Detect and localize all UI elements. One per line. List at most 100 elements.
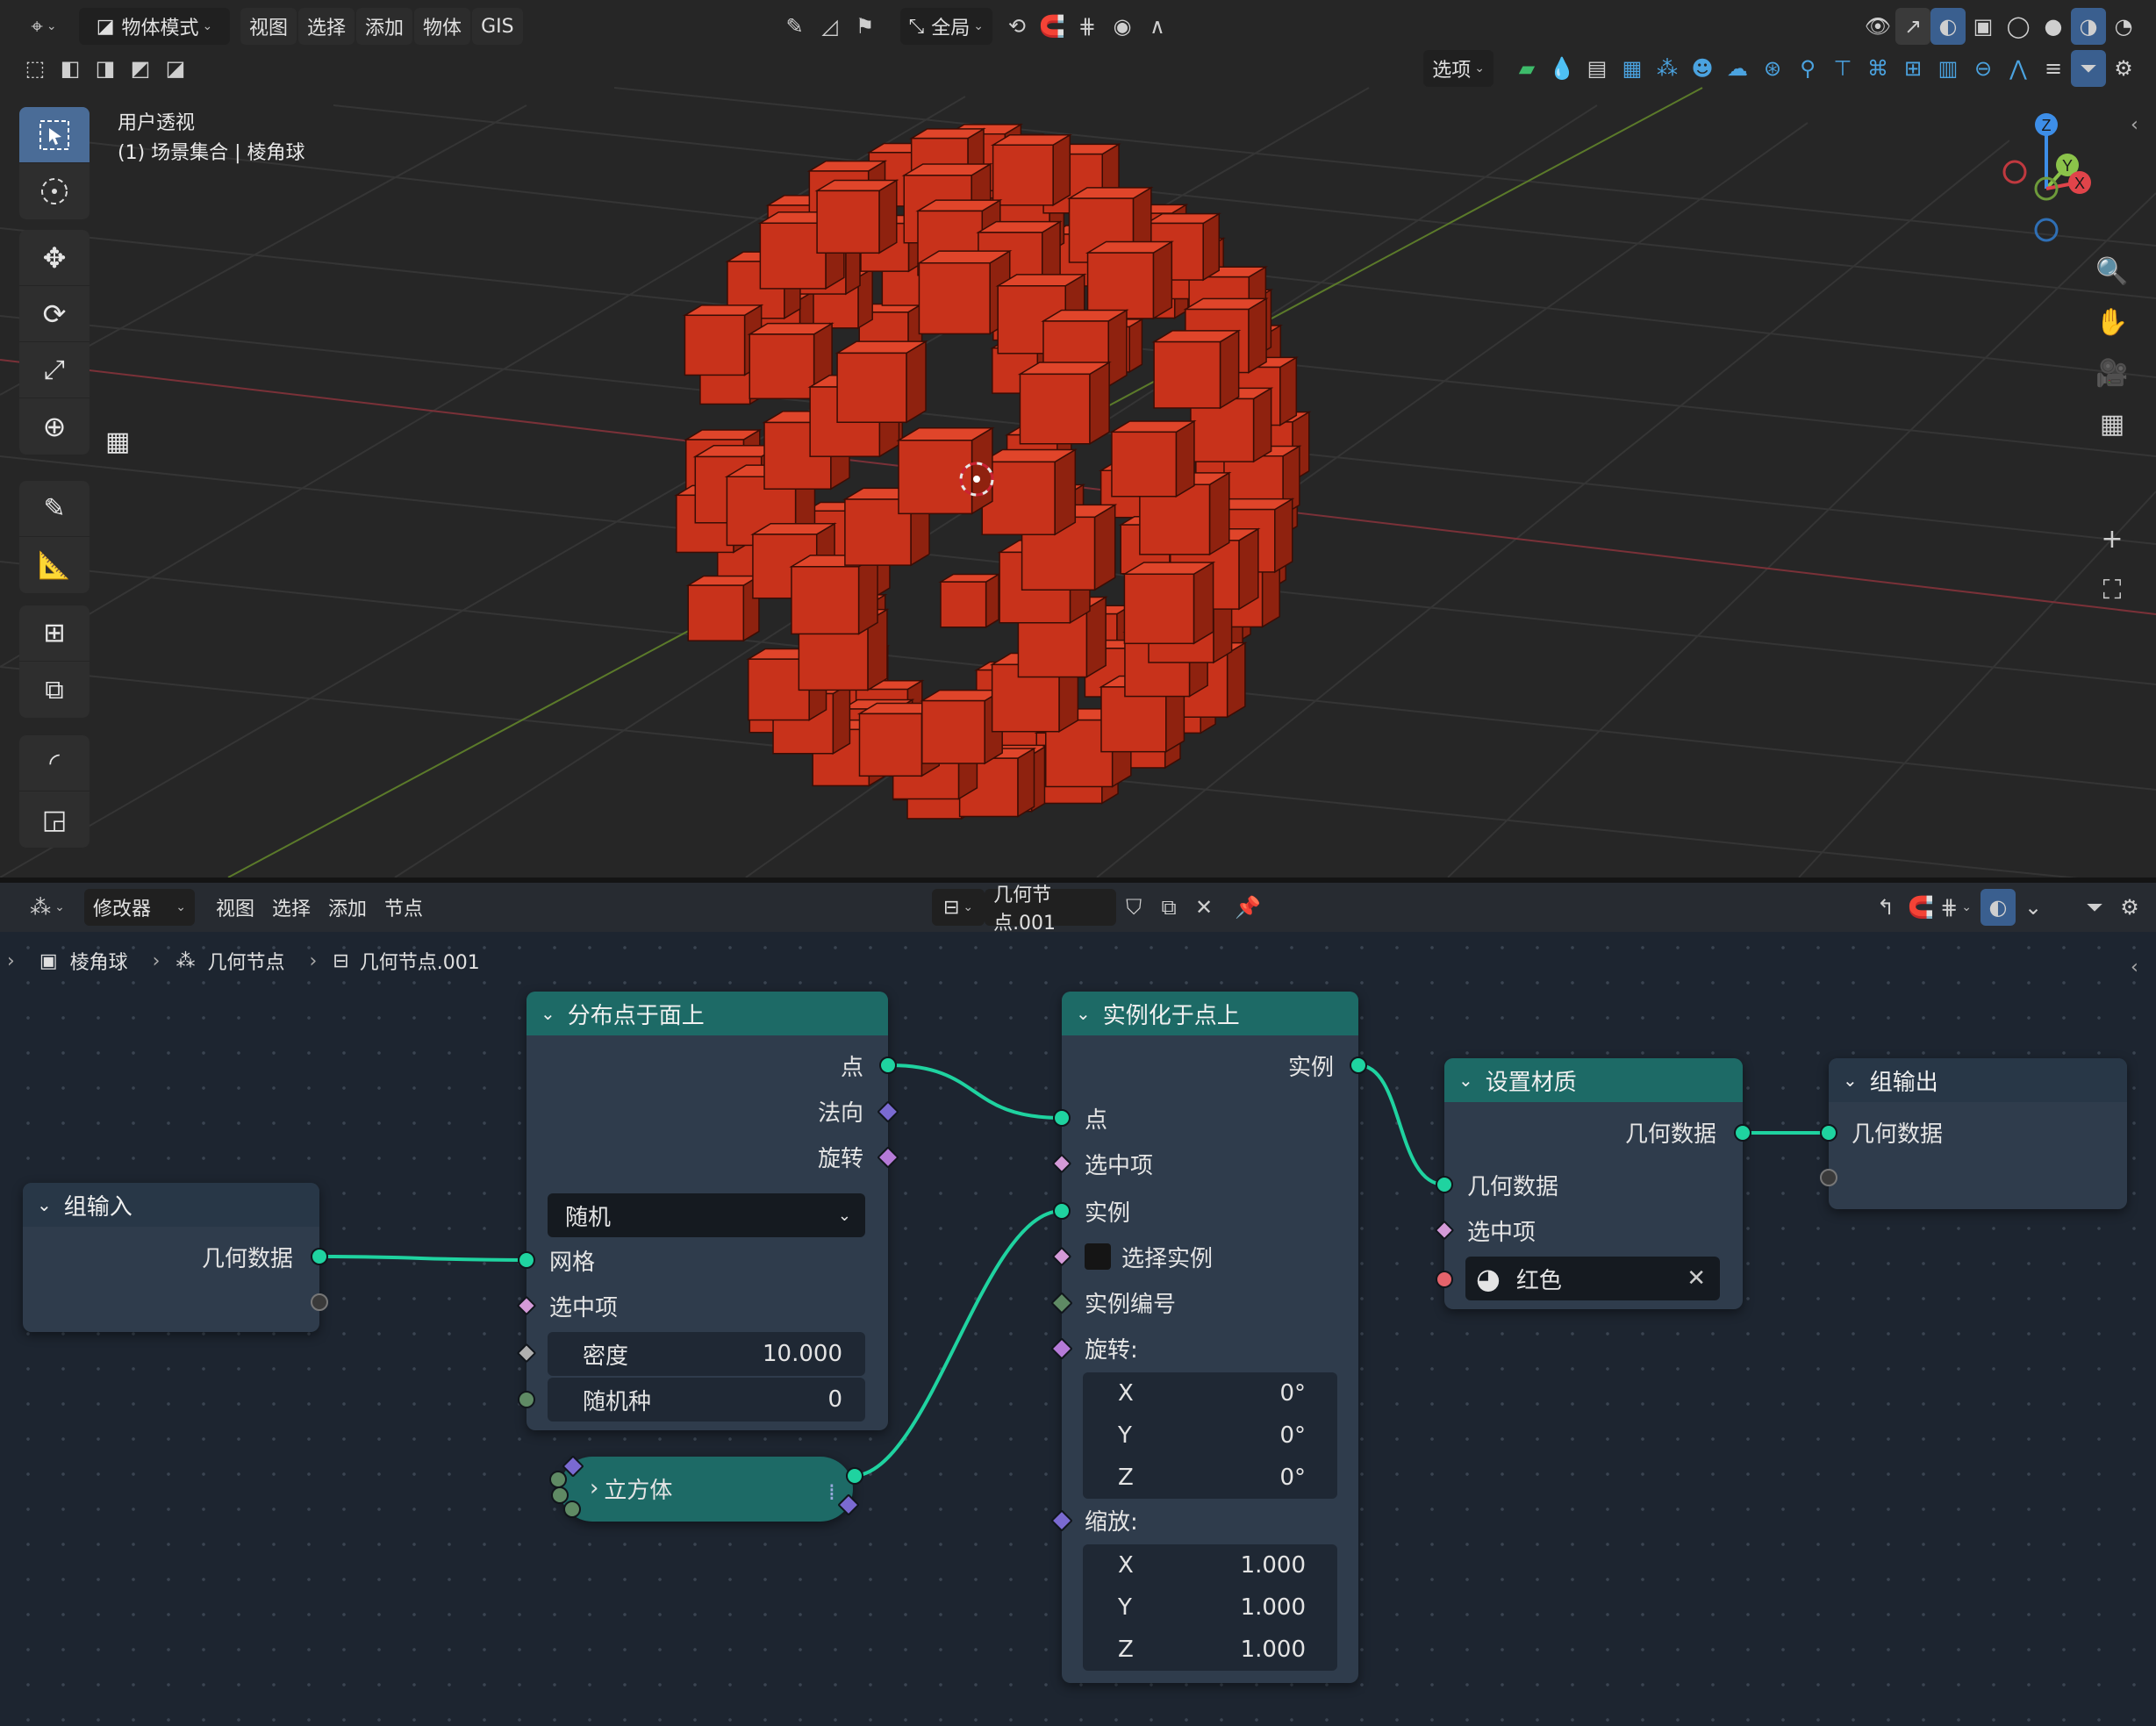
input-socket-points[interactable]	[1053, 1109, 1071, 1127]
node-header[interactable]: ⌄ 组输出	[1829, 1058, 2127, 1102]
navigation-gizmo[interactable]: Y Z X	[1992, 105, 2097, 254]
scale-y-field[interactable]: Y 1.000	[1083, 1586, 1337, 1629]
select-subtract-icon[interactable]: ◨	[88, 50, 123, 87]
gizmo-toggle-icon[interactable]: ↗	[1895, 8, 1930, 45]
editor-context-dropdown[interactable]: 修改器 ⌄	[84, 889, 195, 926]
input-socket-mesh[interactable]	[518, 1251, 535, 1269]
material-clear-icon[interactable]: ✕	[1687, 1265, 1706, 1292]
menu-object[interactable]: 物体	[414, 8, 471, 45]
snap-curve-icon[interactable]: ◿	[813, 8, 848, 45]
seed-field[interactable]: 随机种 0	[548, 1378, 865, 1422]
ortho-grid-icon[interactable]: ▦	[2088, 398, 2137, 449]
zoom-icon[interactable]: 🔍	[2088, 246, 2137, 297]
blocks-icon[interactable]: ⊞	[1895, 50, 1930, 87]
select-intersect-icon[interactable]: ◪	[158, 50, 193, 87]
pick-instance-checkbox[interactable]	[1085, 1243, 1111, 1270]
ne-menu-add[interactable]: 添加	[319, 889, 376, 926]
network-icon[interactable]: ⌘	[1860, 50, 1895, 87]
gizmo-neg-z[interactable]	[2034, 218, 2059, 242]
collapse-chevron-icon[interactable]: ⌄	[1076, 1003, 1091, 1024]
gis-tool[interactable]: ⧉	[19, 662, 90, 718]
angular-sphere-object[interactable]	[674, 123, 1312, 820]
menu-gis[interactable]: GIS	[472, 8, 523, 45]
node-header[interactable]: ⌄ 组输入	[23, 1183, 319, 1227]
rotation-x-field[interactable]: X 0°	[1083, 1372, 1337, 1414]
bulb-icon[interactable]: ⚲	[1790, 50, 1825, 87]
ne-overlay-dropdown-icon[interactable]: ⌄	[2016, 889, 2051, 926]
3d-viewport[interactable]: ⌖ ⌄ ◪ 物体模式 ⌄ 视图 选择 添加 物体 GIS ✎ ◿ ⚑ ⤡ 全局 ⌄ ⟲ 🧲…	[0, 0, 2156, 877]
select-extend-icon[interactable]: ◧	[53, 50, 88, 87]
input-socket-geometry[interactable]	[1436, 1176, 1453, 1193]
orientation-dropdown[interactable]: ⤡ 全局 ⌄	[899, 8, 992, 45]
menu-view[interactable]: 视图	[240, 8, 297, 45]
parent-node-icon[interactable]: ↰	[1868, 889, 1903, 926]
rotate-tool[interactable]: ⟳	[19, 286, 90, 342]
sidebar-toggle-icon[interactable]: ‹	[2131, 114, 2138, 136]
output-socket-geometry[interactable]	[1734, 1124, 1751, 1142]
filter-icon[interactable]: ⏷	[2071, 50, 2106, 87]
annotate-tool[interactable]: ✎	[19, 481, 90, 537]
output-socket-points[interactable]	[879, 1056, 897, 1074]
node-tree-browse-icon[interactable]: ⊟ ⌄	[932, 889, 985, 926]
building-icon[interactable]: ▥	[1930, 50, 1966, 87]
output-socket-instances[interactable]	[1350, 1056, 1367, 1074]
fake-user-shield-icon[interactable]: ⛉	[1116, 889, 1151, 926]
collapse-chevron-icon[interactable]: ⌄	[1843, 1070, 1858, 1091]
output-socket-mesh[interactable]	[846, 1467, 863, 1485]
cloud-icon[interactable]: ☁	[1720, 50, 1755, 87]
ne-menu-select[interactable]: 选择	[263, 889, 319, 926]
car-icon[interactable]: ⊖	[1966, 50, 2001, 87]
particles-icon[interactable]: ⁂	[1650, 50, 1685, 87]
gis-icon[interactable]: ▰	[1509, 50, 1544, 87]
xray-icon[interactable]: ▣	[1966, 8, 2001, 45]
shading-rendered-icon[interactable]: ◔	[2106, 8, 2141, 45]
window-icon[interactable]: ▤	[1579, 50, 1615, 87]
input-socket-vertices-z[interactable]	[563, 1500, 581, 1518]
ne-filter-icon[interactable]: ⏷	[2077, 889, 2112, 926]
node-cube-collapsed[interactable]: › 立方体 ⁞	[549, 1455, 863, 1522]
image-icon[interactable]: ▦	[1615, 50, 1650, 87]
snap-icon[interactable]: 🧲	[1035, 8, 1070, 45]
distribute-method-dropdown[interactable]: 随机 ⌄	[548, 1193, 865, 1237]
input-socket-material[interactable]	[1436, 1271, 1453, 1288]
select-box-icon[interactable]: ⬚	[18, 50, 53, 87]
rotation-y-field[interactable]: Y 0°	[1083, 1414, 1337, 1457]
cursor-tool[interactable]	[19, 163, 90, 219]
ne-snap-grid-icon[interactable]: ⋕ ⌄	[1938, 889, 1973, 926]
node-editor-type-icon[interactable]: ⁂ ⌄	[21, 889, 74, 926]
ne-snap-icon[interactable]: 🧲	[1903, 889, 1938, 926]
menu-select[interactable]: 选择	[298, 8, 355, 45]
list-icon[interactable]: ≡	[2036, 50, 2071, 87]
node-distribute-points[interactable]: ⌄ 分布点于面上 点 法向 旋转 随机 ⌄ 网格 选中项 密度 10.000 随机种 0	[516, 992, 899, 1430]
transform-tool[interactable]: ⊕	[19, 398, 90, 455]
shading-solid-icon[interactable]: ●	[2036, 8, 2071, 45]
ne-sidebar-toggle-icon[interactable]: ‹	[2131, 956, 2138, 978]
select-box-tool[interactable]	[19, 107, 90, 163]
eyedropper-icon[interactable]: ✎	[777, 8, 813, 45]
collapse-chevron-icon[interactable]: ⌄	[1458, 1070, 1473, 1091]
add-plus-icon[interactable]: +	[2088, 513, 2137, 564]
add-cube-tool[interactable]: ⊞	[19, 605, 90, 662]
output-socket-geometry[interactable]	[311, 1248, 328, 1265]
ne-menu-node[interactable]: 节点	[376, 889, 432, 926]
water-icon[interactable]: 💧	[1544, 50, 1579, 87]
ne-settings-gear-icon[interactable]: ⚙	[2112, 889, 2147, 926]
shading-wire-icon[interactable]: ◯	[2001, 8, 2036, 45]
film-icon[interactable]: ⊛	[1755, 50, 1790, 87]
scale-vector-field[interactable]: X 1.000 Y 1.000 Z 1.000	[1083, 1544, 1337, 1671]
people-icon[interactable]: ☻	[1685, 50, 1720, 87]
node-tree-name-field[interactable]: 几何节点.001	[985, 884, 1117, 935]
ne-overlay-icon[interactable]: ◐	[1981, 889, 2016, 926]
proportional-edit-icon[interactable]: ◉	[1105, 8, 1140, 45]
output-socket-empty[interactable]	[311, 1293, 328, 1311]
scale-x-field[interactable]: X 1.000	[1083, 1544, 1337, 1586]
mode-dropdown[interactable]: ◪ 物体模式 ⌄	[79, 8, 230, 45]
visibility-icon[interactable]: 👁	[1860, 8, 1895, 45]
input-socket-empty[interactable]	[1820, 1169, 1837, 1186]
expand-chevron-icon[interactable]: ›	[590, 1475, 598, 1501]
collapse-chevron-icon[interactable]: ⌄	[541, 1003, 555, 1024]
measure-tool[interactable]: 📐	[19, 537, 90, 593]
checker-icon[interactable]: ▦	[105, 426, 130, 457]
frame-selected-icon[interactable]: ⛶	[2088, 564, 2137, 615]
node-header[interactable]: ⌄ 分布点于面上	[526, 992, 888, 1035]
